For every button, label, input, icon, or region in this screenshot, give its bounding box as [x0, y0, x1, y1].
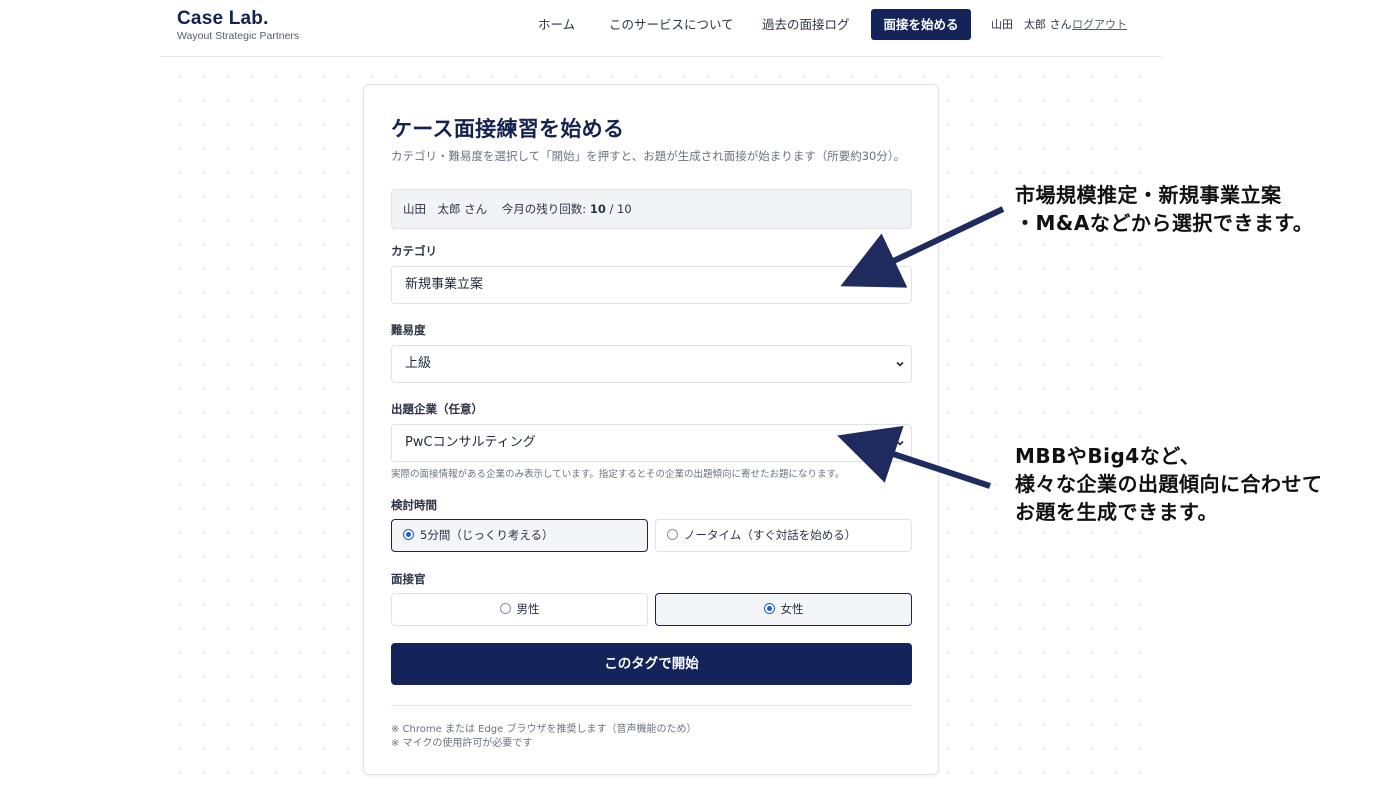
divider	[391, 705, 912, 706]
company-select[interactable]: PwCコンサルティング	[391, 424, 912, 462]
company-value: PwCコンサルティング	[405, 435, 536, 450]
radio-checked-icon	[403, 529, 414, 540]
think-time-option-5min[interactable]: 5分間（じっくり考える）	[391, 519, 648, 552]
brand-tagline: Wayout Strategic Partners	[177, 30, 300, 42]
quota-user: 山田 太郎 さん	[403, 202, 488, 216]
think-time-option-notime[interactable]: ノータイム（すぐ対話を始める）	[655, 519, 912, 552]
interviewer-label: 面接官	[391, 572, 426, 586]
mic-note: ※ マイクの使用許可が必要です	[391, 738, 533, 749]
nav-link-interview-log[interactable]: 過去の面接ログ	[762, 9, 850, 40]
nav-link-about[interactable]: このサービスについて	[609, 9, 734, 40]
radio-checked-icon	[763, 603, 775, 614]
category-label: カテゴリ	[391, 244, 437, 258]
interview-setup-card: ケース面接練習を始める カテゴリ・難易度を選択して「開始」を押すと、お題が生成さ…	[363, 84, 939, 775]
think-time-option-label: 5分間（じっくり考える）	[420, 528, 554, 542]
start-button[interactable]: このタグで開始	[391, 643, 912, 685]
annotation-category: 市場規模推定・新規事業立案 ・M&Aなどから選択できます。	[1015, 181, 1313, 237]
quota-total: / 10	[609, 202, 632, 216]
interviewer-option-female[interactable]: 女性	[655, 593, 912, 626]
user-name: 山田 太郎 さん	[991, 18, 1072, 31]
page-description: カテゴリ・難易度を選択して「開始」を押すと、お題が生成され面接が始まります（所要…	[391, 149, 906, 163]
radio-unchecked-icon	[499, 603, 511, 614]
top-navigation: Case Lab. Wayout Strategic Partners ホーム …	[160, 0, 1162, 57]
company-label: 出題企業（任意）	[391, 402, 483, 416]
annotation-company-line: 様々な企業の出題傾向に合わせて	[1015, 472, 1323, 496]
interviewer-option-label: 女性	[780, 602, 804, 616]
think-time-option-label: ノータイム（すぐ対話を始める）	[684, 528, 857, 542]
category-value: 新規事業立案	[405, 277, 484, 292]
chevron-down-icon	[896, 282, 904, 288]
annotation-category-line: 市場規模推定・新規事業立案	[1015, 183, 1282, 207]
interviewer-option-label: 男性	[516, 602, 540, 616]
page-title: ケース面接練習を始める	[391, 117, 625, 141]
quota-label: 今月の残り回数:	[501, 202, 587, 216]
chevron-down-icon	[896, 361, 904, 367]
annotation-company: MBBやBig4など、 様々な企業の出題傾向に合わせて お題を生成できます。	[1015, 442, 1323, 526]
browser-note: ※ Chrome または Edge ブラウザを推奨します（音声機能のため）	[391, 724, 697, 735]
brand-name: Case Lab.	[177, 8, 269, 29]
brand-logo[interactable]: Case Lab. Wayout Strategic Partners	[177, 8, 299, 42]
chevron-down-icon	[896, 440, 904, 446]
difficulty-select[interactable]: 上級	[391, 345, 912, 383]
nav-link-home[interactable]: ホーム	[538, 9, 575, 40]
annotation-category-line: ・M&Aなどから選択できます。	[1015, 211, 1314, 235]
category-select[interactable]: 新規事業立案	[391, 266, 912, 304]
annotation-company-line: お題を生成できます。	[1015, 500, 1218, 524]
logout-link[interactable]: ログアウト	[1072, 9, 1127, 40]
interviewer-option-male[interactable]: 男性	[391, 593, 648, 626]
difficulty-value: 上級	[405, 356, 432, 371]
nav-start-interview-button[interactable]: 面接を始める	[871, 9, 971, 40]
quota-remaining: 10	[589, 202, 606, 216]
quota-box: 山田 太郎 さん 今月の残り回数: 10 / 10	[391, 189, 912, 229]
radio-unchecked-icon	[667, 529, 678, 540]
difficulty-label: 難易度	[391, 323, 426, 337]
think-time-label: 検討時間	[391, 498, 437, 512]
annotation-company-line: MBBやBig4など、	[1015, 444, 1201, 468]
company-hint: 実際の面接情報がある企業のみ表示しています。指定するとその企業の出題傾向に寄せた…	[391, 469, 845, 480]
